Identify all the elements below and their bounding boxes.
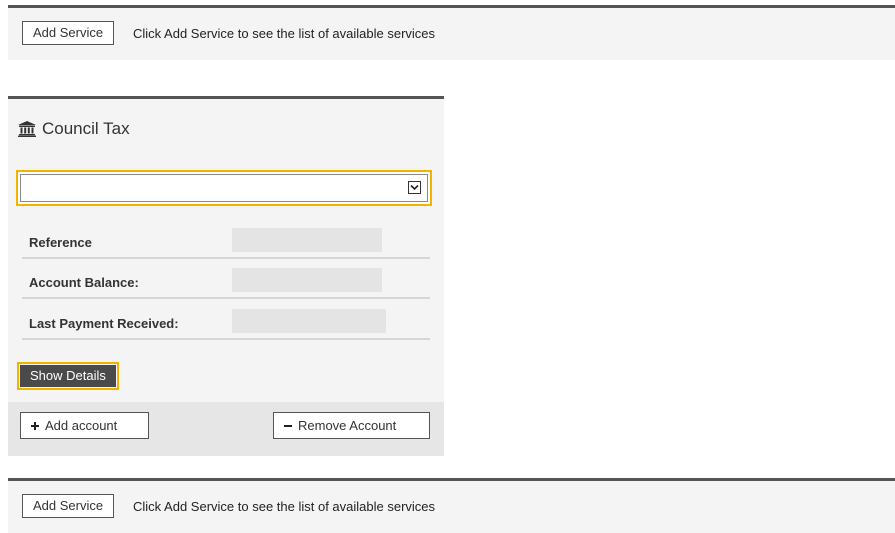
council-tax-card: Council Tax Reference Account Balance: L… (8, 96, 444, 456)
remove-account-label: Remove Account (298, 418, 397, 433)
plus-icon (31, 413, 39, 438)
minus-icon (284, 413, 292, 438)
last-payment-value (232, 309, 386, 333)
bottom-service-bar: Add Service Click Add Service to see the… (8, 478, 895, 533)
top-service-bar: Add Service Click Add Service to see the… (8, 5, 895, 60)
account-balance-label: Account Balance: (29, 275, 139, 290)
remove-account-button[interactable]: Remove Account (273, 412, 430, 439)
chevron-down-icon[interactable] (408, 181, 421, 194)
add-service-hint: Click Add Service to see the list of ava… (133, 26, 436, 41)
account-balance-row: Account Balance: (22, 265, 430, 299)
bank-icon (18, 121, 36, 137)
add-service-button[interactable]: Add Service (22, 21, 115, 45)
account-select[interactable] (20, 174, 428, 202)
card-title: Council Tax (18, 119, 130, 139)
reference-row: Reference (22, 225, 430, 259)
add-service-button[interactable]: Add Service (22, 494, 115, 518)
add-account-button[interactable]: Add account (20, 412, 149, 439)
show-details-button[interactable]: Show Details (20, 365, 116, 387)
account-balance-value (232, 268, 382, 292)
add-account-label: Add account (45, 418, 118, 433)
account-select-focus (16, 170, 432, 206)
add-service-hint: Click Add Service to see the list of ava… (133, 499, 436, 514)
reference-value (232, 228, 382, 252)
reference-label: Reference (29, 235, 92, 250)
card-title-text: Council Tax (42, 119, 130, 138)
card-footer: Add account Remove Account (8, 402, 444, 456)
last-payment-row: Last Payment Received: (22, 306, 430, 340)
show-details-focus: Show Details (17, 362, 119, 390)
last-payment-label: Last Payment Received: (29, 316, 179, 331)
